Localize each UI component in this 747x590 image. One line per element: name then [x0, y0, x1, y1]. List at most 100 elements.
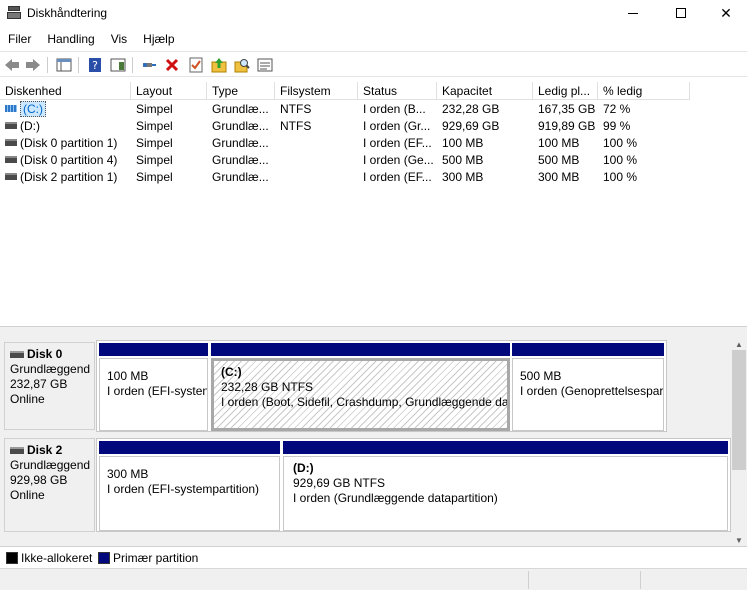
- menu-help[interactable]: Hjælp: [135, 28, 182, 50]
- disk-0-partitions: 100 MB I orden (EFI-systen (C:) 232,28 G…: [96, 340, 667, 432]
- properties-list-icon[interactable]: [109, 56, 127, 74]
- folder-up-icon[interactable]: [210, 56, 228, 74]
- column-header-capacity[interactable]: Kapacitet: [437, 82, 533, 100]
- legend-primary-partition: Primær partition: [113, 551, 199, 565]
- maximize-button[interactable]: [658, 0, 704, 26]
- window-title: Diskhåndtering: [27, 6, 108, 20]
- table-row[interactable]: (Disk 0 partition 4) Simpel Grundlæ... I…: [0, 152, 690, 169]
- menu-view[interactable]: Vis: [103, 28, 135, 50]
- cell-filesystem: NTFS: [280, 119, 312, 133]
- cell-layout: Simpel: [136, 153, 173, 167]
- minimize-button[interactable]: [610, 0, 656, 26]
- cell-type: Grundlæ...: [212, 136, 269, 150]
- column-header-free-space[interactable]: Ledig pl...: [533, 82, 598, 100]
- cell-free-space: 919,89 GB: [538, 119, 596, 133]
- menu-bar: Filer Handling Vis Hjælp: [0, 28, 747, 50]
- forward-icon[interactable]: [24, 56, 42, 74]
- cell-capacity: 300 MB: [442, 170, 484, 184]
- back-icon[interactable]: [3, 56, 21, 74]
- close-button[interactable]: ✕: [703, 0, 747, 26]
- volume-icon: [5, 139, 17, 147]
- cell-percent-free: 100 %: [603, 136, 638, 150]
- table-row[interactable]: (Disk 0 partition 1) Simpel Grundlæ... I…: [0, 135, 690, 152]
- disk-0-label[interactable]: Disk 0 Grundlæggend 232,87 GB Online: [4, 342, 95, 430]
- cell-volume: (Disk 0 partition 4): [0, 152, 131, 169]
- menu-action[interactable]: Handling: [39, 28, 102, 50]
- disk-2-status: Online: [10, 488, 45, 502]
- volume-icon: [5, 156, 17, 164]
- cell-volume: (D:): [0, 118, 131, 135]
- cell-status: I orden (B...: [363, 102, 426, 116]
- system-volume-icon: [5, 105, 17, 113]
- disk-2-partition-1[interactable]: 300 MB I orden (EFI-systempartition): [99, 441, 280, 531]
- disk-graphical-view: Disk 0 Grundlæggend 232,87 GB Online 100…: [0, 340, 747, 546]
- cell-status: I orden (EF...: [363, 170, 432, 184]
- cell-capacity: 929,69 GB: [442, 119, 500, 133]
- connect-icon[interactable]: [140, 56, 158, 74]
- table-row[interactable]: (Disk 2 partition 1) Simpel Grundlæ... I…: [0, 169, 690, 186]
- disk-0-partition-1[interactable]: 100 MB I orden (EFI-systen: [99, 343, 208, 431]
- column-header-percent-free[interactable]: % ledig: [598, 82, 690, 100]
- cell-free-space: 300 MB: [538, 170, 580, 184]
- scrollbar-thumb[interactable]: [732, 350, 746, 470]
- table-header: Diskenhed Layout Type Filsystem Status K…: [0, 82, 690, 100]
- legend-unallocated: Ikke-allokeret: [21, 551, 93, 565]
- cell-free-space: 100 MB: [538, 136, 580, 150]
- disk-icon: [10, 351, 24, 358]
- legend: Ikke-allokeret Primær partition: [0, 546, 747, 568]
- cell-type: Grundlæ...: [212, 119, 269, 133]
- toolbar: ?: [0, 51, 747, 77]
- disk-2-label[interactable]: Disk 2 Grundlæggend 929,98 GB Online: [4, 438, 95, 532]
- pane-splitter[interactable]: [0, 326, 747, 340]
- console-tree-icon[interactable]: [55, 56, 73, 74]
- column-header-filesystem[interactable]: Filsystem: [275, 82, 358, 100]
- cell-status: I orden (Ge...: [363, 153, 434, 167]
- cell-volume: (Disk 0 partition 1): [0, 135, 131, 152]
- cell-percent-free: 72 %: [603, 102, 631, 116]
- scroll-down-icon[interactable]: ▼: [731, 536, 747, 546]
- minimize-icon: [628, 12, 638, 14]
- cell-status: I orden (EF...: [363, 136, 432, 150]
- help-icon[interactable]: ?: [86, 56, 104, 74]
- cell-volume: (C:): [0, 101, 131, 118]
- checklist-icon[interactable]: [187, 56, 205, 74]
- menu-file[interactable]: Filer: [0, 28, 39, 50]
- column-header-layout[interactable]: Layout: [131, 82, 207, 100]
- vertical-scrollbar[interactable]: ▲ ▼: [731, 340, 747, 546]
- maximize-icon: [676, 8, 686, 18]
- cell-layout: Simpel: [136, 102, 173, 116]
- svg-text:?: ?: [92, 59, 98, 72]
- cell-type: Grundlæ...: [212, 102, 269, 116]
- cell-layout: Simpel: [136, 119, 173, 133]
- disk-2-partitions: 300 MB I orden (EFI-systempartition) (D:…: [96, 438, 731, 532]
- column-header-volume[interactable]: Diskenhed: [0, 82, 131, 100]
- volume-icon: [5, 122, 17, 130]
- disk-icon: [10, 447, 24, 454]
- cell-free-space: 167,35 GB: [538, 102, 596, 116]
- status-bar: [0, 568, 747, 590]
- cell-filesystem: NTFS: [280, 102, 312, 116]
- column-header-type[interactable]: Type: [207, 82, 275, 100]
- cell-free-space: 500 MB: [538, 153, 580, 167]
- cell-filesystem: [275, 169, 358, 186]
- console-view-icon[interactable]: [256, 56, 274, 74]
- cell-filesystem: [275, 135, 358, 152]
- cell-layout: Simpel: [136, 136, 173, 150]
- delete-icon[interactable]: [163, 56, 181, 74]
- table-row[interactable]: (C:) Simpel Grundlæ... NTFS I orden (B..…: [0, 101, 690, 118]
- title-bar: Diskhåndtering ✕: [0, 0, 747, 28]
- cell-capacity: 100 MB: [442, 136, 484, 150]
- disk-0-partition-4[interactable]: 500 MB I orden (Genoprettelsespar: [512, 343, 664, 431]
- table-row[interactable]: (D:) Simpel Grundlæ... NTFS I orden (Gr.…: [0, 118, 690, 135]
- disk-2-size: 929,98 GB: [10, 473, 68, 487]
- scroll-up-icon[interactable]: ▲: [731, 340, 747, 350]
- primary-partition-swatch: [98, 552, 110, 564]
- cell-capacity: 232,28 GB: [442, 102, 500, 116]
- disk-0-partition-c[interactable]: (C:) 232,28 GB NTFS I orden (Boot, Sidef…: [211, 343, 510, 431]
- disk-2-partition-d[interactable]: (D:) 929,69 GB NTFS I orden (Grundlæggen…: [283, 441, 728, 531]
- cell-type: Grundlæ...: [212, 170, 269, 184]
- column-header-status[interactable]: Status: [358, 82, 437, 100]
- unallocated-swatch: [6, 552, 18, 564]
- folder-search-icon[interactable]: [233, 56, 251, 74]
- disk-0-type: Grundlæggend: [10, 362, 91, 376]
